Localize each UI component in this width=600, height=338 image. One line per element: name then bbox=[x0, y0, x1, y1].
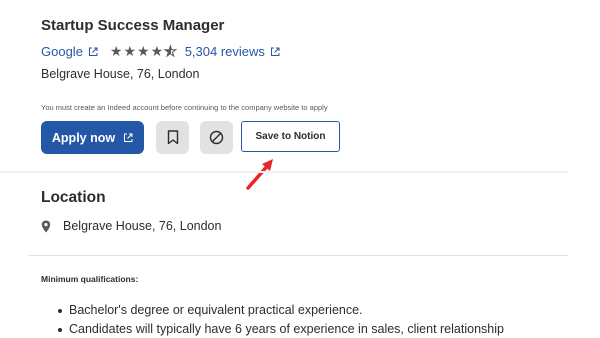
not-interested-icon bbox=[209, 130, 224, 145]
section-divider bbox=[28, 255, 568, 256]
reviews-count[interactable]: 5,304 reviews bbox=[185, 44, 265, 59]
external-link-icon[interactable] bbox=[88, 47, 98, 57]
location-heading: Location bbox=[41, 189, 106, 206]
star-icons: ★★★★ bbox=[109, 43, 165, 59]
location-row: Belgrave House, 76, London bbox=[41, 219, 221, 233]
save-to-notion-button[interactable]: Save to Notion bbox=[241, 121, 340, 152]
job-address: Belgrave House, 76, London bbox=[41, 67, 200, 81]
section-divider bbox=[0, 171, 568, 173]
external-link-icon[interactable] bbox=[270, 47, 280, 57]
external-link-icon bbox=[124, 133, 133, 142]
min-qualifications-heading: Minimum qualifications: bbox=[41, 274, 139, 284]
bookmark-icon bbox=[167, 130, 178, 145]
rating-stars: ★★★★ ★ ★ bbox=[110, 43, 178, 60]
red-arrow-annotation bbox=[246, 159, 273, 190]
qualifications-list: Bachelor's degree or equivalent practica… bbox=[58, 301, 504, 338]
reviews-link[interactable]: 5,304 reviews bbox=[185, 44, 280, 59]
job-title: Startup Success Manager bbox=[41, 17, 225, 34]
list-item: Bachelor's degree or equivalent practica… bbox=[58, 301, 504, 320]
save-job-button[interactable] bbox=[156, 121, 189, 154]
star-half-icon: ★ ★ bbox=[164, 43, 178, 60]
apply-now-button[interactable]: Apply now bbox=[41, 121, 144, 154]
not-interested-button[interactable] bbox=[200, 121, 233, 154]
list-item: Candidates will typically have 6 years o… bbox=[58, 320, 504, 338]
location-address: Belgrave House, 76, London bbox=[63, 219, 222, 233]
location-pin-icon bbox=[41, 220, 51, 232]
account-notice: You must create an Indeed account before… bbox=[41, 103, 328, 112]
company-link[interactable]: Google bbox=[41, 44, 83, 59]
company-row: Google ★★★★ ★ ★ 5,304 reviews bbox=[41, 43, 280, 60]
job-detail-panel: Startup Success Manager Google ★★★★ ★ ★ … bbox=[0, 0, 600, 338]
apply-now-label: Apply now bbox=[51, 130, 116, 145]
